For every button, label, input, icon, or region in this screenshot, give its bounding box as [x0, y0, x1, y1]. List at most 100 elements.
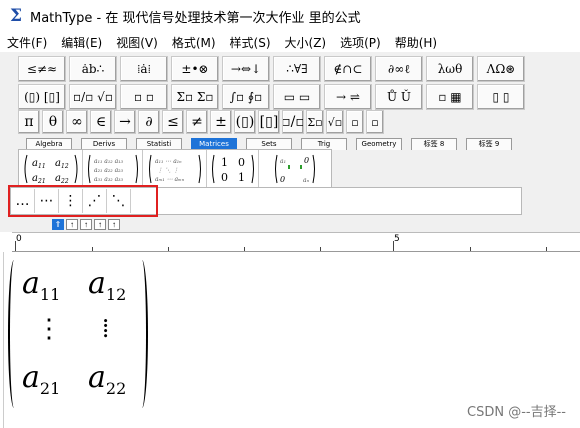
sum-button[interactable]: Σ▫ — [306, 110, 324, 134]
products-button[interactable]: Ů Ǔ — [375, 84, 423, 110]
matrix-2x2-template[interactable]: a 11 a 12 a 21 a 22 — [19, 150, 83, 188]
svg-text:⋮ ⋱ ⋮: ⋮ ⋱ ⋮ — [157, 167, 179, 174]
matrix-cell-a11[interactable]: a11 — [22, 266, 60, 304]
bar-selector-button-3[interactable]: ↑ — [80, 219, 92, 230]
matrix-templates-button[interactable]: ▫ ▦ — [426, 84, 474, 110]
ruler-label-0: 0 — [16, 234, 22, 244]
menu-edit[interactable]: 编辑(E) — [54, 34, 109, 51]
menu-file[interactable]: 文件(F) — [0, 34, 54, 51]
editor-left-border — [0, 252, 4, 428]
brackets-button[interactable]: [▯] — [258, 110, 280, 134]
svg-text:0: 0 — [280, 175, 285, 184]
ruler-tick — [393, 241, 394, 251]
box-templates-button[interactable]: ▯ ▯ — [477, 84, 525, 110]
bar-selector-button-4[interactable]: ↑ — [94, 219, 106, 230]
matrices-palette: a 11 a 12 a 21 a 22 a₁₁ a₁₂ a₁₃ a₂₁ a₂₂ … — [18, 149, 332, 189]
matrix-mxn-template[interactable]: a₁₁ ⋯ a₁ₙ ⋮ ⋱ ⋮ aₘ₁ ⋯ aₘₙ — [143, 150, 207, 188]
tab-geometry[interactable]: Geometry — [356, 138, 402, 150]
fraction-button[interactable]: ▫/▫ — [282, 110, 304, 134]
fraction-radical-button[interactable]: ▫/▫ √▫ — [69, 84, 117, 110]
small-bar-row: π θ ∞ ∈ → ∂ ≤ ≠ ± (▯) [▯] ▫/▫ Σ▫ √▫ ▫ ▫ — [18, 110, 386, 134]
svg-text:a₁₁ ⋯ a₁ₙ: a₁₁ ⋯ a₁ₙ — [155, 158, 182, 165]
svg-text:1: 1 — [238, 171, 245, 184]
svg-text:0: 0 — [221, 171, 228, 184]
menu-size[interactable]: 大小(Z) — [278, 34, 334, 51]
plus-minus-button[interactable]: ± — [210, 110, 232, 134]
template-palette-row: (▯) [▯] ▫/▫ √▫ ▫ ▫ Σ▫ Σ▫ ∫▫ ∮▫ ▭ ▭ → ⇌ Ů… — [18, 84, 528, 110]
menu-view[interactable]: 视图(V) — [109, 34, 165, 51]
less-equal-button[interactable]: ≤ — [162, 110, 184, 134]
svg-text:a₁₁ a₁₂ a₁₃: a₁₁ a₁₂ a₁₃ — [94, 158, 124, 165]
summation-button[interactable]: Σ▫ Σ▫ — [171, 84, 219, 110]
theta-button[interactable]: θ — [42, 110, 64, 134]
tab-label-9[interactable]: 标签 9 — [466, 138, 512, 150]
matrix-equation[interactable]: a11 a12 ⋮ ⁞ a21 a22 — [8, 260, 148, 408]
matrix-cell-a21[interactable]: a21 — [22, 360, 60, 398]
partial-button[interactable]: ∂ — [138, 110, 160, 134]
parentheses-button[interactable]: (▯) — [234, 110, 256, 134]
labeled-arrow-button[interactable]: → ⇌ — [324, 84, 372, 110]
svg-text:a₃₁ a₃₂ a₃₃: a₃₁ a₃₂ a₃₃ — [94, 176, 124, 183]
tab-label-8[interactable]: 标签 8 — [411, 138, 457, 150]
arrow-symbols-button[interactable]: →⇔↓ — [222, 56, 270, 82]
underbar-overbar-button[interactable]: ▭ ▭ — [273, 84, 321, 110]
bar-selector-button-1[interactable]: ⇑ — [52, 219, 64, 230]
title-bar: Σ MathType - 在 现代信号处理技术第一次大作业 里的公式 — [0, 0, 580, 32]
integral-button[interactable]: ∫▫ ∮▫ — [222, 84, 270, 110]
embellishments-button[interactable]: ⁞ȧ⁞ — [120, 56, 168, 82]
relational-symbols-button[interactable]: ≤≠≈ — [18, 56, 66, 82]
menu-help[interactable]: 帮助(H) — [388, 34, 444, 51]
bar-selector-button-5[interactable]: ↑ — [108, 219, 120, 230]
ruler-tick — [15, 241, 16, 251]
logical-symbols-button[interactable]: ∴∀∃ — [273, 56, 321, 82]
svg-text:11: 11 — [38, 163, 46, 170]
matrix-vertical-ellipsis-left[interactable]: ⋮ — [36, 314, 62, 344]
matrix-cell-a22[interactable]: a22 — [88, 360, 126, 398]
bar-selector: ⇑ ↑ ↑ ↑ ↑ — [52, 219, 122, 230]
symbol-palette-row: ≤≠≈ ȧb∴ ⁞ȧ⁞ ±•⊗ →⇔↓ ∴∀∃ ∉∩⊂ ∂∞ℓ λωθ ΛΩ⊛ — [18, 56, 528, 82]
not-equal-button[interactable]: ≠ — [186, 110, 208, 134]
ruler-tick — [470, 247, 471, 251]
svg-text:aₙ: aₙ — [303, 177, 310, 184]
pi-button[interactable]: π — [18, 110, 40, 134]
menu-options[interactable]: 选项(P) — [333, 34, 388, 51]
watermark: CSDN @--吉择-- — [467, 405, 566, 420]
infinity-button[interactable]: ∞ — [66, 110, 88, 134]
subscript-button[interactable]: ▫ — [366, 110, 384, 134]
matrix-3x3-template[interactable]: a₁₁ a₁₂ a₁₃ a₂₁ a₂₂ a₂₃ a₃₁ a₃₂ a₃₃ — [83, 150, 143, 188]
svg-text:21: 21 — [37, 178, 46, 185]
operator-symbols-button[interactable]: ±•⊗ — [171, 56, 219, 82]
element-of-button[interactable]: ∈ — [90, 110, 112, 134]
diagonal-matrix-template[interactable]: a₁ 0 0 aₙ — [259, 150, 331, 188]
red-highlight-box — [8, 185, 158, 217]
left-parenthesis — [8, 260, 20, 408]
svg-text:a₁: a₁ — [280, 158, 286, 165]
arrow-button[interactable]: → — [114, 110, 136, 134]
set-theory-button[interactable]: ∉∩⊂ — [324, 56, 372, 82]
svg-text:0: 0 — [304, 156, 309, 165]
menu-style[interactable]: 样式(S) — [223, 34, 278, 51]
ruler-tick — [244, 247, 245, 251]
fence-templates-button[interactable]: (▯) [▯] — [18, 84, 66, 110]
spaces-ellipses-button[interactable]: ȧb∴ — [69, 56, 117, 82]
ruler: 0 5 — [12, 232, 580, 252]
matrix-cell-a12[interactable]: a12 — [88, 266, 126, 304]
sqrt-button[interactable]: √▫ — [326, 110, 344, 134]
matrix-vertical-ellipsis-right[interactable]: ⁞ — [102, 314, 109, 344]
superscript-button[interactable]: ▫ — [346, 110, 364, 134]
menu-format[interactable]: 格式(M) — [165, 34, 223, 51]
bar-selector-button-2[interactable]: ↑ — [66, 219, 78, 230]
ruler-tick — [92, 247, 93, 251]
identity-matrix-template[interactable]: 1 0 0 1 — [207, 150, 259, 188]
toolbar-area: ≤≠≈ ȧb∴ ⁞ȧ⁞ ±•⊗ →⇔↓ ∴∀∃ ∉∩⊂ ∂∞ℓ λωθ ΛΩ⊛ … — [0, 52, 580, 232]
ruler-tick — [546, 247, 547, 251]
sigma-icon: Σ — [9, 6, 23, 26]
greek-upper-button[interactable]: ΛΩ⊛ — [477, 56, 525, 82]
equation-editor[interactable]: a11 a12 ⋮ ⁞ a21 a22 CSDN @--吉择-- — [0, 252, 580, 428]
greek-lower-button[interactable]: λωθ — [426, 56, 474, 82]
ruler-tick — [168, 247, 169, 251]
ruler-tick — [320, 247, 321, 251]
subscript-superscript-button[interactable]: ▫ ▫ — [120, 84, 168, 110]
misc-symbols-button[interactable]: ∂∞ℓ — [375, 56, 423, 82]
svg-text:0: 0 — [238, 156, 245, 169]
